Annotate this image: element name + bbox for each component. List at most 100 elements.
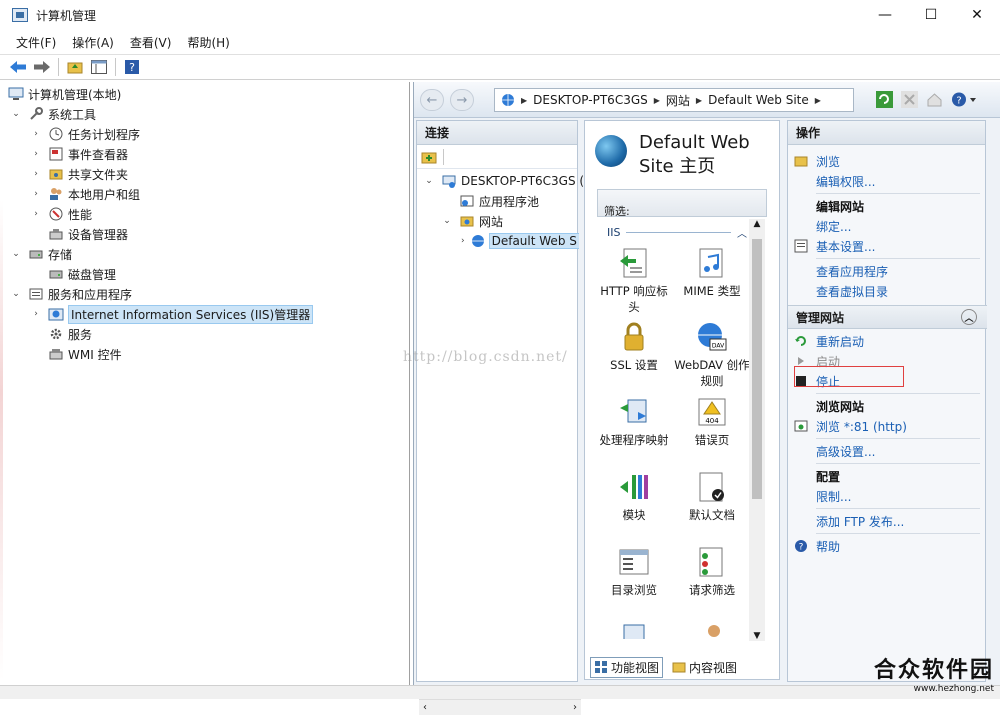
tree-item-performance[interactable]: › 性能 [30,204,92,224]
breadcrumb-sites[interactable]: 网站 [666,92,690,109]
action-advanced-settings[interactable]: 高级设置... [788,441,987,461]
conn-node-server[interactable]: ⌄ DESKTOP-PT6C3GS ( [423,171,584,191]
maximize-button[interactable]: ☐ [908,0,954,30]
filter-bar[interactable]: 筛选: [597,189,767,218]
action-basic-settings[interactable]: 基本设置... [788,236,987,256]
feature-partial-item[interactable] [673,621,751,639]
status-bar [0,685,1000,699]
storage-icon [28,246,44,262]
site-home-title-line1: Default Web [639,132,750,153]
iis-manager-pane: ← → ▶ DESKTOP-PT6C3GS ▶ 网站 ▶ Default Web… [413,82,1000,715]
refresh-button[interactable] [876,91,893,108]
scroll-right-icon[interactable]: › [573,702,577,713]
scroll-thumb[interactable] [752,239,762,499]
expand-icon[interactable]: › [461,236,465,246]
feature-directory-browsing[interactable]: 目录浏览 [595,546,673,598]
tree-item-services-apps[interactable]: ⌄ 服务和应用程序 [10,284,132,304]
menu-file[interactable]: 文件(F) [8,34,64,51]
action-add-ftp[interactable]: 添加 FTP 发布... [788,511,987,531]
collapse-chevron-icon[interactable]: ︿ [961,309,977,325]
feature-webdav[interactable]: DAV WebDAV 创作规则 [673,321,751,389]
feature-error-pages[interactable]: 404 错误页 [673,396,751,448]
action-restart[interactable]: 重新启动 [788,331,987,351]
feature-request-filtering[interactable]: 请求筛选 [673,546,751,598]
action-help[interactable]: ? 帮助 [788,536,987,556]
scroll-up-icon[interactable]: ▲ [749,219,765,229]
collapse-icon[interactable]: ⌄ [441,216,453,226]
error-pages-icon: 404 [696,396,728,428]
tree-item-event-viewer[interactable]: › 事件查看器 [30,144,128,164]
tree-item-storage[interactable]: ⌄ 存储 [10,244,72,264]
tree-item-wmi[interactable]: WMI 控件 [30,344,122,364]
iis-back-button[interactable]: ← [420,89,444,111]
collapse-icon[interactable]: ⌄ [10,289,22,299]
feature-handler-mappings[interactable]: 处理程序映射 [595,396,673,448]
tree-item-device-manager[interactable]: 设备管理器 [30,224,128,244]
tree-item-system-tools[interactable]: ⌄ 系统工具 [10,104,96,124]
feature-ssl-settings[interactable]: SSL 设置 [595,321,673,373]
menu-view[interactable]: 查看(V) [122,34,180,51]
brand-name: 合众软件园 [873,658,994,683]
iis-section-header[interactable]: IIS ︿ [607,225,747,240]
features-vscrollbar[interactable]: ▲ ▼ [749,219,765,641]
action-view-virtual-dirs[interactable]: 查看虚拟目录 [788,281,987,301]
menu-action[interactable]: 操作(A) [64,34,122,51]
action-browse-81[interactable]: 浏览 *:81 (http) [788,416,987,436]
scroll-down-icon[interactable]: ▼ [749,631,765,641]
expand-icon[interactable]: › [30,129,42,139]
content-view-button[interactable]: 内容视图 [669,658,740,677]
collapse-icon[interactable]: ⌄ [10,249,22,259]
scroll-left-icon[interactable]: ‹ [423,702,427,713]
watermark: http://blog.csdn.net/ [403,349,568,365]
back-button[interactable] [8,57,28,77]
tree-item-shared-folders[interactable]: › 共享文件夹 [30,164,128,184]
breadcrumb-server[interactable]: DESKTOP-PT6C3GS [533,93,648,107]
iis-forward-button[interactable]: → [450,89,474,111]
console-tree: 计算机管理(本地) ⌄ 系统工具 › 任务计划程序 › 事件查看器 › 共享文件… [0,82,410,685]
conn-node-sites[interactable]: ⌄ 网站 [441,211,503,231]
expand-icon[interactable]: › [30,209,42,219]
menu-help[interactable]: 帮助(H) [179,34,237,51]
tree-item-disk-management[interactable]: 磁盘管理 [30,264,116,284]
collapse-icon[interactable]: ⌄ [10,109,22,119]
feature-modules[interactable]: 模块 [595,471,673,523]
action-edit-permissions[interactable]: 编辑权限... [788,171,987,191]
breadcrumb-arrow-icon: ▶ [653,95,660,105]
expand-icon[interactable]: › [30,169,42,179]
action-limits[interactable]: 限制... [788,486,987,506]
home-button[interactable] [926,91,943,108]
close-button[interactable]: ✕ [954,0,1000,30]
feature-http-response-headers[interactable]: HTTP 响应标头 [595,247,673,315]
tree-item-task-scheduler[interactable]: › 任务计划程序 [30,124,140,144]
connections-hscrollbar[interactable]: ‹ › [419,699,581,715]
action-bindings[interactable]: 绑定... [788,216,987,236]
address-breadcrumb[interactable]: ▶ DESKTOP-PT6C3GS ▶ 网站 ▶ Default Web Sit… [494,88,854,112]
expand-icon[interactable]: › [30,309,42,319]
expand-icon[interactable]: › [30,149,42,159]
action-view-applications[interactable]: 查看应用程序 [788,261,987,281]
collapse-section-icon[interactable]: ︿ [737,225,747,240]
feature-default-document[interactable]: 默认文档 [673,471,751,523]
minimize-button[interactable]: — [862,0,908,30]
action-browse[interactable]: 浏览 [788,151,987,171]
tree-item-iis-manager[interactable]: › Internet Information Services (IIS)管理器 [30,304,314,324]
conn-node-app-pools[interactable]: 应用程序池 [441,191,539,211]
conn-node-default-web-site[interactable]: › Default Web S [461,231,579,251]
tree-item-services[interactable]: 服务 [30,324,92,344]
up-level-button[interactable] [65,57,85,77]
show-hide-tree-button[interactable] [89,57,109,77]
iis-help-button[interactable]: ? [951,91,979,108]
collapse-icon[interactable]: ⌄ [423,176,435,186]
help-button[interactable]: ? [122,57,142,77]
features-view-button[interactable]: 功能视图 [590,656,664,678]
tree-item-computer-management[interactable]: 计算机管理(本地) [8,84,121,104]
new-connection-icon[interactable] [421,150,437,164]
tree-item-local-users[interactable]: › 本地用户和组 [30,184,140,204]
breadcrumb-site[interactable]: Default Web Site [708,93,809,107]
feature-partial-item[interactable] [595,621,673,639]
manage-site-header[interactable]: 管理网站 ︿ [788,305,987,329]
forward-button[interactable] [32,57,52,77]
expand-icon[interactable]: › [30,189,42,199]
stop-loading-button[interactable] [901,91,918,108]
feature-mime-types[interactable]: MIME 类型 [673,247,751,299]
